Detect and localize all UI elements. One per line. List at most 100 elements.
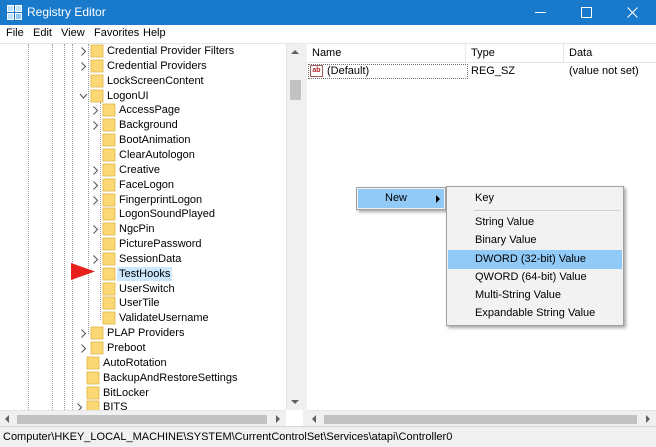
context-menu-new[interactable]: New (358, 189, 444, 208)
chevron-right-icon[interactable] (91, 120, 100, 131)
menu-edit[interactable]: Edit (33, 27, 52, 39)
folder-icon (86, 386, 100, 399)
list-row[interactable]: ab (Default) REG_SZ (value not set) (307, 64, 656, 79)
chevron-right-icon[interactable] (91, 224, 100, 235)
folder-icon (90, 74, 104, 88)
tree-item-label: LogonUI (107, 89, 149, 102)
chevron-right-icon[interactable] (75, 402, 84, 410)
folder-icon (90, 44, 104, 58)
folder-icon (102, 311, 116, 325)
tree-item[interactable]: BitLocker (0, 386, 286, 401)
tree-item[interactable]: LockScreenContent (0, 74, 286, 89)
submenu-item[interactable]: QWORD (64-bit) Value (448, 268, 622, 287)
tree-item[interactable]: Background (0, 118, 286, 133)
tree-item[interactable]: NgcPin (0, 222, 286, 237)
maximize-button[interactable] (564, 0, 610, 25)
tree-item[interactable]: UserSwitch (0, 282, 286, 297)
list-horizontal-scrollbar[interactable] (307, 410, 656, 427)
column-header-type[interactable]: Type (466, 44, 564, 62)
submenu-item-label: Multi-String Value (475, 289, 561, 301)
status-bar: Computer\HKEY_LOCAL_MACHINE\SYSTEM\Curre… (0, 426, 656, 447)
submenu-item[interactable]: DWORD (32-bit) Value (448, 250, 622, 269)
submenu-item[interactable]: Multi-String Value (448, 286, 622, 305)
chevron-right-icon[interactable] (79, 46, 88, 57)
registry-editor-icon (7, 5, 22, 20)
chevron-right-icon[interactable] (91, 105, 100, 116)
submenu-item-label: String Value (475, 216, 535, 228)
tree-item[interactable]: LogonSoundPlayed (0, 207, 286, 222)
submenu-item[interactable]: Expandable String Value (448, 304, 622, 323)
folder-icon (90, 326, 104, 340)
tree-item[interactable]: AutoRotation (0, 356, 286, 371)
folder-icon (102, 103, 116, 117)
tree-item[interactable]: LogonUI (0, 89, 286, 104)
folder-icon (102, 267, 116, 281)
menu-help[interactable]: Help (143, 27, 166, 39)
column-header-name[interactable]: Name (307, 44, 466, 62)
chevron-right-icon[interactable] (91, 165, 100, 176)
string-value-icon: ab (310, 65, 323, 77)
scroll-right-arrow-icon[interactable] (276, 415, 280, 423)
tree-item-label: FaceLogon (119, 178, 175, 191)
tree-item[interactable]: Preboot (0, 341, 286, 356)
tree-item-label: AccessPage (119, 104, 181, 117)
tree-vertical-scroll-thumb[interactable] (290, 80, 301, 100)
tree-item[interactable]: BootAnimation (0, 133, 286, 148)
tree-item-label: TestHooks (117, 266, 173, 281)
submenu-item[interactable]: Binary Value (448, 231, 622, 250)
close-button[interactable] (610, 0, 656, 25)
key-tree-pane: Credential Provider Filters Credential Pr… (0, 43, 303, 426)
submenu-separator (474, 210, 620, 211)
scroll-right-arrow-icon[interactable] (646, 415, 650, 423)
submenu-item-label: Expandable String Value (475, 307, 596, 319)
menu-file[interactable]: File (6, 27, 24, 39)
chevron-right-icon[interactable] (79, 328, 88, 339)
scroll-down-arrow-icon[interactable] (291, 400, 299, 404)
tree-item[interactable]: TestHooks (0, 266, 286, 282)
tree-item[interactable]: Creative (0, 163, 286, 178)
list-horizontal-scroll-thumb[interactable] (324, 415, 637, 424)
tree-item[interactable]: BITS (0, 400, 286, 410)
tree-item-label: NgcPin (119, 223, 155, 236)
tree-vertical-scrollbar[interactable] (286, 44, 303, 410)
tree-item[interactable]: SessionData (0, 252, 286, 267)
folder-icon (102, 133, 116, 147)
tree-item-label: UserTile (119, 297, 160, 310)
chevron-right-icon[interactable] (79, 343, 88, 354)
chevron-right-icon[interactable] (79, 61, 88, 72)
tree-item[interactable]: UserTile (0, 296, 286, 311)
tree-item[interactable]: Credential Provider Filters (0, 44, 286, 59)
menu-favorites[interactable]: Favorites (94, 27, 139, 39)
tree-item[interactable]: ClearAutologon (0, 148, 286, 163)
chevron-right-icon[interactable] (91, 180, 100, 191)
tree-item-label: ClearAutologon (119, 148, 195, 161)
tree-item[interactable]: FaceLogon (0, 178, 286, 193)
context-menu: New (356, 187, 446, 210)
scroll-left-arrow-icon[interactable] (312, 415, 316, 423)
submenu-item[interactable]: String Value (448, 213, 622, 232)
value-name: (Default) (327, 65, 370, 77)
column-header-data[interactable]: Data (564, 44, 656, 62)
chevron-down-icon[interactable] (79, 91, 88, 102)
minimize-button[interactable] (518, 0, 564, 25)
tree-horizontal-scroll-thumb[interactable] (17, 415, 267, 424)
scroll-up-arrow-icon[interactable] (291, 50, 299, 54)
tree-item[interactable]: ValidateUsername (0, 311, 286, 326)
tree-item[interactable]: BackupAndRestoreSettings (0, 371, 286, 386)
tree-item-label: LogonSoundPlayed (119, 208, 216, 221)
tree-item[interactable]: Credential Providers (0, 59, 286, 74)
tree-item-label: UserSwitch (119, 282, 175, 295)
tree-item[interactable]: PLAP Providers (0, 326, 286, 341)
submenu-item[interactable]: Key (448, 189, 622, 208)
folder-icon (102, 207, 116, 221)
tree-item[interactable]: FingerprintLogon (0, 193, 286, 208)
tree-item[interactable]: PicturePassword (0, 237, 286, 252)
menu-view[interactable]: View (61, 27, 85, 39)
value-type: REG_SZ (471, 65, 516, 77)
scroll-left-arrow-icon[interactable] (5, 415, 9, 423)
folder-icon (102, 297, 116, 310)
chevron-right-icon[interactable] (91, 195, 100, 206)
tree-item-label: Background (119, 119, 178, 132)
tree-horizontal-scrollbar[interactable] (0, 410, 286, 426)
tree-item[interactable]: AccessPage (0, 103, 286, 118)
